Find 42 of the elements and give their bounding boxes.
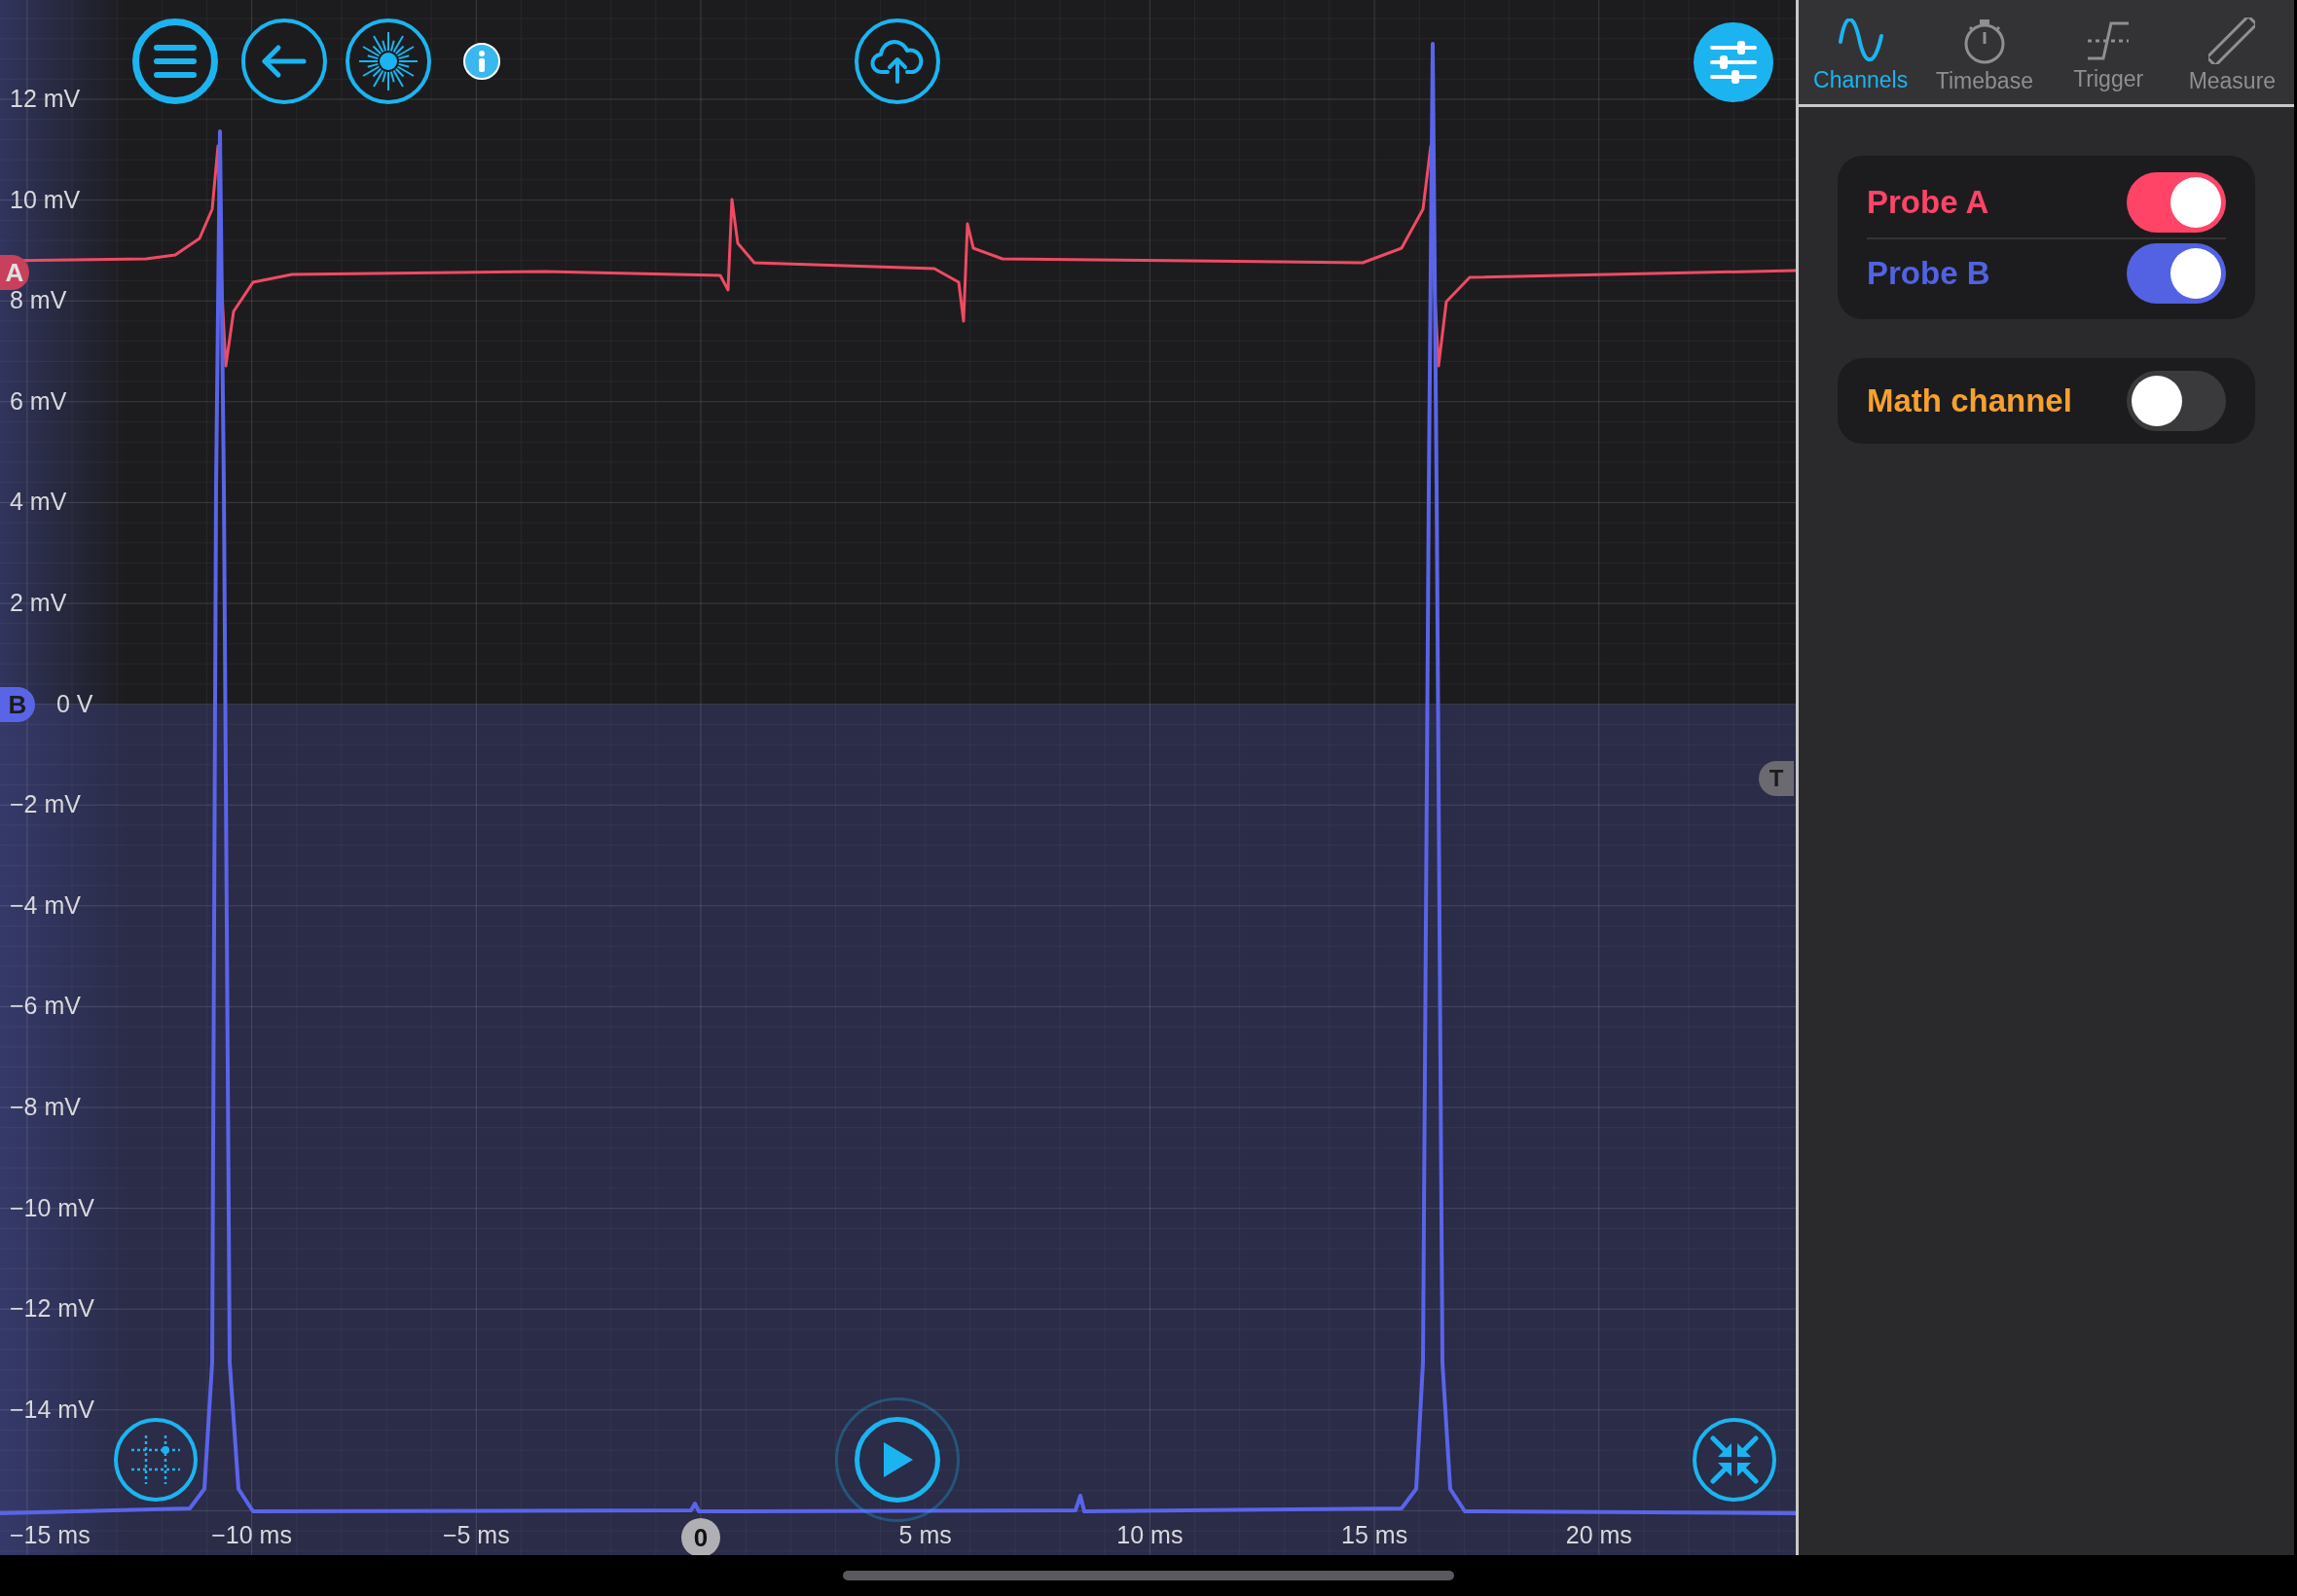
- compress-arrows-icon: [1710, 1435, 1759, 1484]
- sliders-icon: [1709, 40, 1758, 85]
- play-button[interactable]: [835, 1397, 960, 1522]
- x-axis-label: 5 ms: [898, 1523, 952, 1547]
- sidebar-tab[interactable]: Trigger: [2046, 0, 2170, 104]
- y-axis-label: −2 mV: [10, 792, 81, 817]
- y-axis-label: −4 mV: [10, 892, 81, 918]
- info-button[interactable]: [463, 43, 500, 80]
- sine-wave-icon: [1837, 18, 1884, 63]
- x-axis-label: 10 ms: [1116, 1523, 1184, 1547]
- x-axis-label: −10 ms: [211, 1523, 292, 1547]
- sidebar-tab[interactable]: Measure: [2169, 0, 2294, 104]
- y-axis-label: 0 V: [56, 691, 93, 716]
- probe-label: Probe A: [1867, 183, 1989, 223]
- x-axis-label: 15 ms: [1341, 1523, 1408, 1547]
- trigger-edge-icon: [2086, 19, 2132, 62]
- cloud-upload-icon: [870, 39, 925, 84]
- y-axis-label: −10 mV: [10, 1195, 94, 1220]
- y-axis-label: −6 mV: [10, 994, 81, 1019]
- x-axis-label: −5 ms: [442, 1523, 510, 1547]
- info-icon: [478, 51, 486, 72]
- y-axis-label: 10 mV: [10, 187, 81, 212]
- y-axis-label: 4 mV: [10, 490, 67, 515]
- y-axis-label: −8 mV: [10, 1095, 81, 1119]
- y-axis-label: 8 mV: [10, 288, 67, 313]
- y-axis-label: 2 mV: [10, 591, 67, 615]
- y-axis-label: −12 mV: [10, 1296, 94, 1322]
- x-axis-label: 20 ms: [1565, 1523, 1632, 1547]
- y-axis-label: −14 mV: [10, 1396, 94, 1422]
- channel-marker[interactable]: A: [0, 255, 29, 290]
- sidebar-tab[interactable]: Channels: [1799, 0, 1923, 104]
- grid-icon: [129, 1433, 182, 1486]
- trigger-marker[interactable]: T: [1759, 761, 1794, 796]
- starburst-icon: [357, 30, 419, 92]
- y-axis-label: 12 mV: [10, 87, 81, 111]
- y-axis-label: 6 mV: [10, 388, 67, 414]
- math-channel-label: Math channel: [1867, 381, 2072, 421]
- probe-label: Probe B: [1867, 254, 1990, 294]
- sidebar-tab[interactable]: Timebase: [1922, 0, 2047, 104]
- menu-icon: [154, 44, 197, 79]
- x-axis-label: −15 ms: [10, 1523, 91, 1547]
- channel-marker[interactable]: B: [0, 687, 35, 722]
